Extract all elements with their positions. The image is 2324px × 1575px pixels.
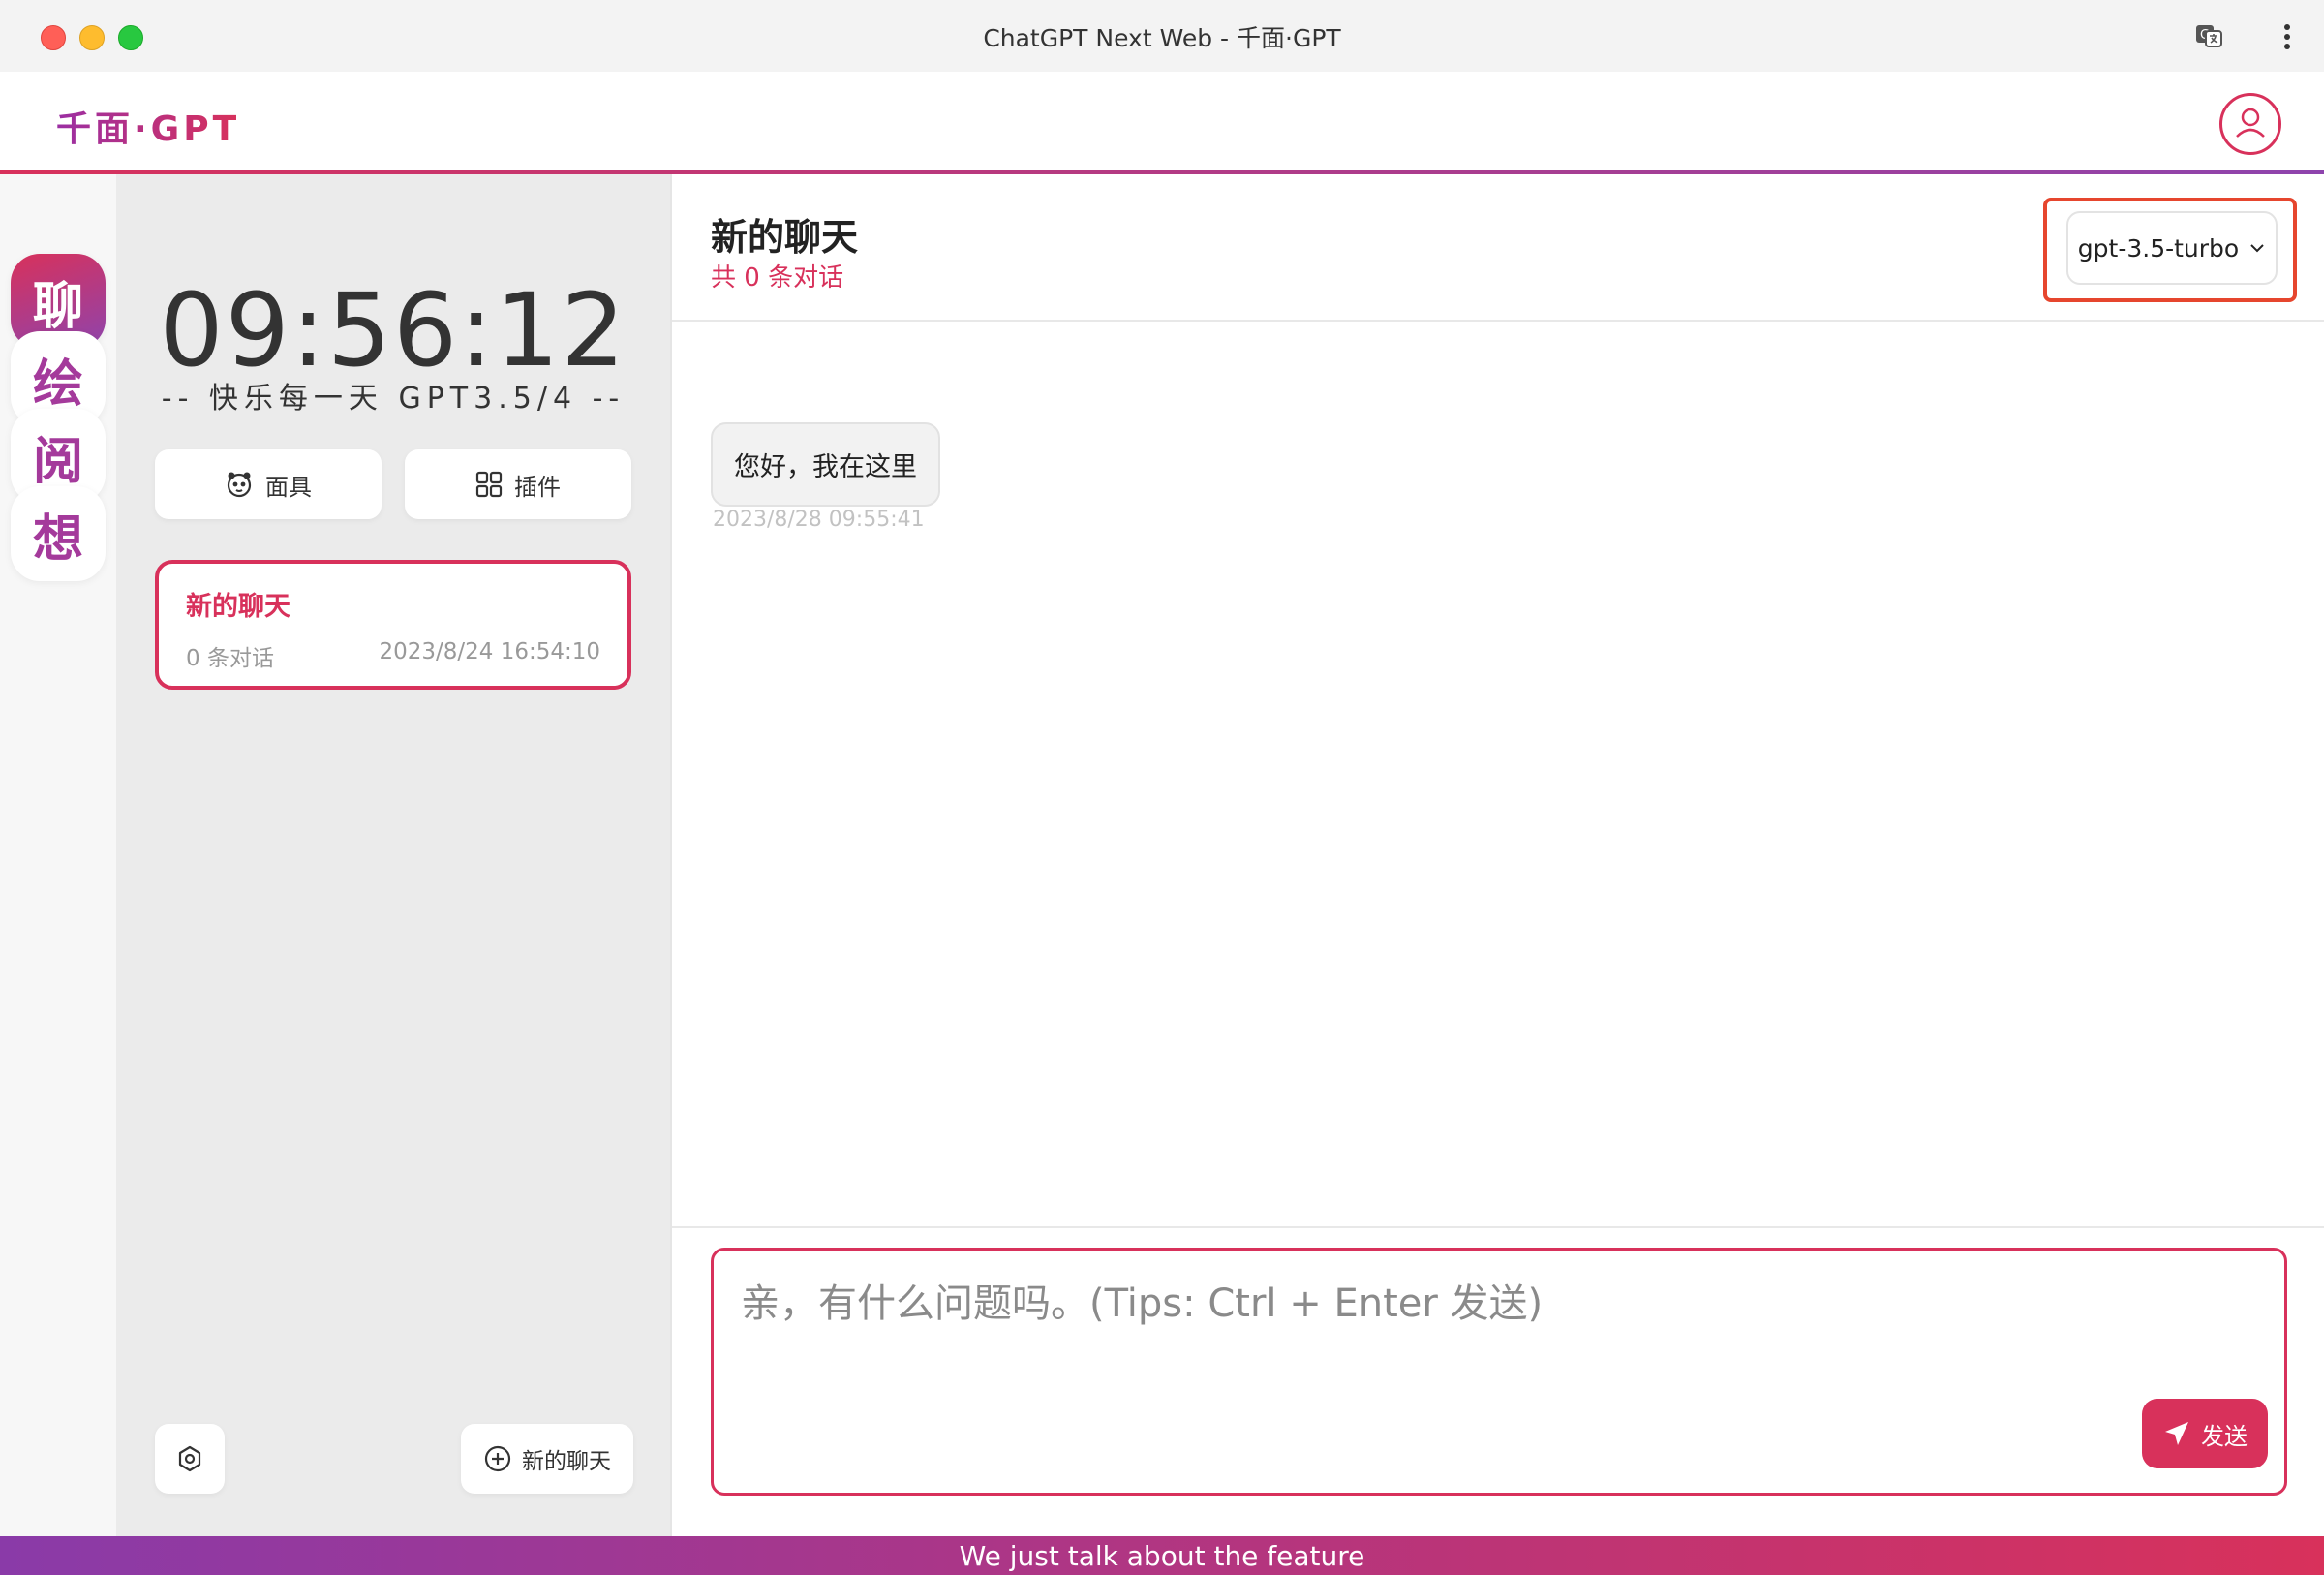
add-circle-icon: [484, 1445, 511, 1472]
grid-icon: [475, 471, 503, 498]
settings-button[interactable]: [155, 1424, 225, 1494]
chat-item-time: 2023/8/24 16:54:10: [379, 639, 600, 664]
more-options-icon[interactable]: [2278, 21, 2297, 52]
nav-rail: 聊 绘 阅 想: [0, 174, 116, 1536]
model-select[interactable]: gpt-3.5-turbo: [2066, 211, 2278, 285]
new-chat-button[interactable]: 新的聊天: [461, 1424, 633, 1494]
user-account-button[interactable]: [2219, 93, 2281, 155]
rail-item-think[interactable]: 想: [11, 486, 106, 581]
plugin-button[interactable]: 插件: [405, 449, 631, 519]
chat-header: 新的聊天 共 0 条对话 gpt-3.5-turbo: [672, 174, 2324, 322]
window-title: ChatGPT Next Web - 千面·GPT: [983, 24, 1341, 52]
chat-input[interactable]: [711, 1248, 2287, 1496]
app-window: ChatGPT Next Web - 千面·GPT G 千面·GPT 聊 绘 阅: [0, 0, 2324, 1575]
model-select-value: gpt-3.5-turbo: [2077, 233, 2240, 262]
title-bar: ChatGPT Next Web - 千面·GPT G: [0, 0, 2324, 72]
mask-button[interactable]: 面具: [155, 449, 382, 519]
chat-main: 新的聊天 共 0 条对话 gpt-3.5-turbo 您好，我在这里 2023/…: [670, 174, 2324, 1536]
assistant-message: 您好，我在这里: [711, 422, 940, 507]
clock: 09:56:12: [159, 271, 627, 389]
settings-icon: [178, 1445, 201, 1472]
plugin-label: 插件: [514, 473, 561, 501]
new-chat-label: 新的聊天: [522, 1449, 611, 1474]
sidebar: 09:56:12 -- 快乐每一天 GPT3.5/4 -- 面具 插件 新的聊天…: [116, 174, 670, 1536]
send-label: 发送: [2201, 1422, 2248, 1450]
app-logo[interactable]: 千面·GPT: [56, 101, 240, 151]
chat-message-count: 共 0 条对话: [711, 263, 844, 293]
send-icon: [2165, 1422, 2188, 1445]
mask-icon: [227, 472, 252, 498]
input-panel: 发送: [672, 1226, 2324, 1536]
send-button[interactable]: 发送: [2142, 1399, 2268, 1468]
message-timestamp: 2023/8/28 09:55:41: [713, 508, 925, 532]
mask-label: 面具: [265, 473, 312, 501]
app-header: [0, 72, 2324, 176]
chat-item-count: 0 条对话: [186, 646, 274, 671]
slogan: -- 快乐每一天 GPT3.5/4 --: [161, 382, 626, 416]
translate-icon[interactable]: G: [2194, 21, 2223, 50]
chat-list-item[interactable]: 新的聊天 0 条对话 2023/8/24 16:54:10: [155, 560, 631, 690]
chevron-down-icon: [2250, 244, 2264, 253]
user-icon: [2236, 108, 2265, 138]
footer-banner: We just talk about the feature: [0, 1536, 2324, 1575]
chat-title: 新的聊天: [711, 216, 859, 259]
chat-item-title: 新的聊天: [186, 592, 290, 622]
